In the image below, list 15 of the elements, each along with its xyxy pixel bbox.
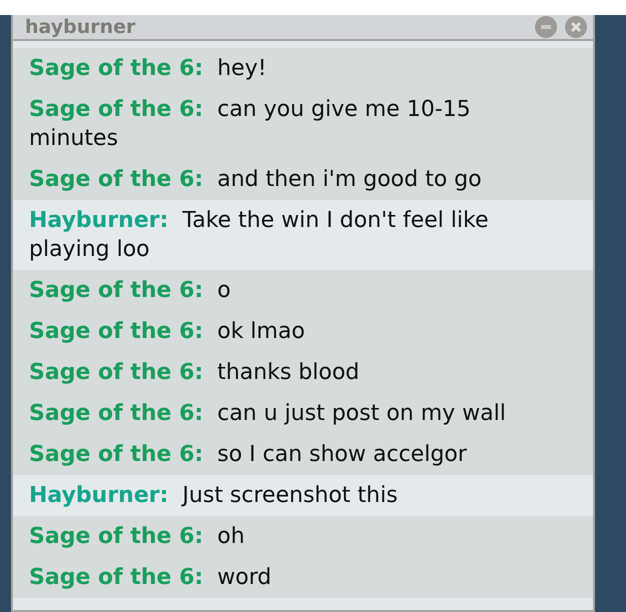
message-text: Sage of the 6: o (29, 278, 231, 303)
message-text: Hayburner: Just screenshot this (29, 483, 398, 508)
message-text: Hayburner: Take the win I don't feel like playing loo (29, 208, 488, 262)
message-text: Sage of the 6: so I can show accelgor (29, 442, 467, 467)
minimize-icon[interactable] (535, 16, 557, 38)
message-text: Sage of the 6: oh (29, 524, 245, 549)
message-text: Sage of the 6: word (29, 565, 272, 590)
window-title: hayburner (25, 16, 136, 38)
message-text: Sage of the 6: ok lmao (29, 319, 305, 344)
close-icon[interactable] (565, 16, 587, 38)
message-text: Sage of the 6: can u just post on my wall (29, 401, 506, 426)
message-text: Sage of the 6: hey! (29, 56, 267, 81)
message-text: Sage of the 6: thanks blood (29, 360, 360, 385)
message-text: Sage of the 6: and then i'm good to go (29, 167, 482, 192)
message-text: Sage of the 6: can you give me 10-15 minutes (29, 97, 471, 151)
